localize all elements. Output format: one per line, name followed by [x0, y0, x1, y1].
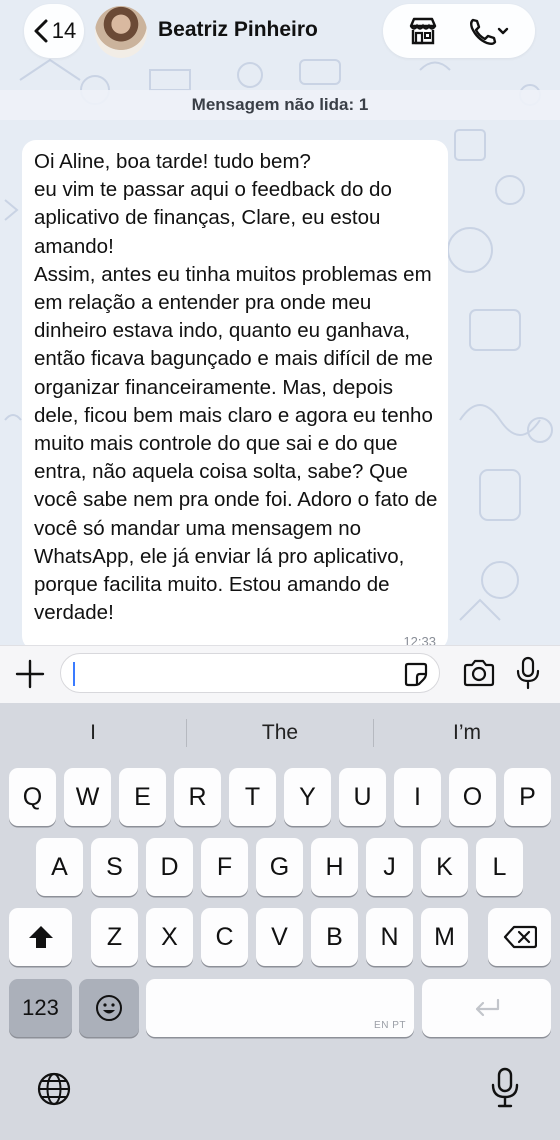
- key-y[interactable]: Y: [284, 768, 331, 826]
- key-c[interactable]: C: [201, 908, 248, 966]
- message-input[interactable]: [60, 653, 440, 693]
- key-m[interactable]: M: [421, 908, 468, 966]
- key-k[interactable]: K: [421, 838, 468, 896]
- key-q[interactable]: Q: [9, 768, 56, 826]
- contact-avatar[interactable]: [95, 6, 147, 58]
- return-key[interactable]: [422, 979, 551, 1037]
- key-i[interactable]: I: [394, 768, 441, 826]
- dictation-mic-icon[interactable]: [490, 1067, 520, 1109]
- key-p[interactable]: P: [504, 768, 551, 826]
- key-b[interactable]: B: [311, 908, 358, 966]
- chevron-left-icon: [34, 19, 48, 43]
- globe-icon[interactable]: [36, 1071, 72, 1107]
- message-bubble[interactable]: Oi Aline, boa tarde! tudo bem? eu vim te…: [22, 140, 448, 650]
- suggestion-1[interactable]: I: [0, 715, 186, 751]
- text-caret: [73, 662, 75, 686]
- key-f[interactable]: F: [201, 838, 248, 896]
- shift-arrow-icon: [28, 926, 53, 948]
- key-u[interactable]: U: [339, 768, 386, 826]
- key-n[interactable]: N: [366, 908, 413, 966]
- key-r[interactable]: R: [174, 768, 221, 826]
- key-v[interactable]: V: [256, 908, 303, 966]
- camera-icon[interactable]: [462, 658, 496, 688]
- key-h[interactable]: H: [311, 838, 358, 896]
- key-x[interactable]: X: [146, 908, 193, 966]
- composer-bar: [0, 645, 560, 703]
- chat-header: 14 Beatriz Pinheiro: [0, 0, 560, 64]
- predictive-suggestions: I The I’m: [0, 715, 560, 751]
- suggestion-2[interactable]: The: [187, 715, 373, 751]
- message-text: Oi Aline, boa tarde! tudo bem? eu vim te…: [34, 150, 438, 625]
- backspace-icon: [503, 925, 537, 949]
- emoji-key[interactable]: [79, 979, 139, 1037]
- numbers-key[interactable]: 123: [9, 979, 72, 1037]
- key-j[interactable]: J: [366, 838, 413, 896]
- plus-icon[interactable]: [14, 658, 46, 690]
- phone-call-icon[interactable]: [467, 16, 511, 46]
- unread-messages-banner: Mensagem não lida: 1: [0, 90, 560, 120]
- on-screen-keyboard: I The I’m Q W E R T Y U I O P A S D F G …: [0, 703, 560, 1140]
- suggestion-3[interactable]: I’m: [374, 715, 560, 751]
- key-g[interactable]: G: [256, 838, 303, 896]
- return-arrow-icon: [475, 998, 499, 1017]
- key-l[interactable]: L: [476, 838, 523, 896]
- delete-key[interactable]: [488, 908, 551, 966]
- microphone-icon[interactable]: [514, 656, 542, 690]
- key-t[interactable]: T: [229, 768, 276, 826]
- emoji-smiley-icon: [96, 995, 122, 1021]
- key-a[interactable]: A: [36, 838, 83, 896]
- key-s[interactable]: S: [91, 838, 138, 896]
- key-e[interactable]: E: [119, 768, 166, 826]
- contact-name[interactable]: Beatriz Pinheiro: [158, 18, 318, 42]
- sticker-icon[interactable]: [403, 661, 429, 687]
- back-button[interactable]: 14: [24, 4, 84, 58]
- key-d[interactable]: D: [146, 838, 193, 896]
- storefront-icon[interactable]: [407, 16, 439, 46]
- key-o[interactable]: O: [449, 768, 496, 826]
- unread-chats-count: 14: [51, 18, 77, 43]
- keyboard-languages-label: EN PT: [374, 1020, 406, 1031]
- key-z[interactable]: Z: [91, 908, 138, 966]
- key-w[interactable]: W: [64, 768, 111, 826]
- shift-key[interactable]: [9, 908, 72, 966]
- header-actions: [383, 4, 535, 58]
- space-key[interactable]: EN PT: [146, 979, 414, 1037]
